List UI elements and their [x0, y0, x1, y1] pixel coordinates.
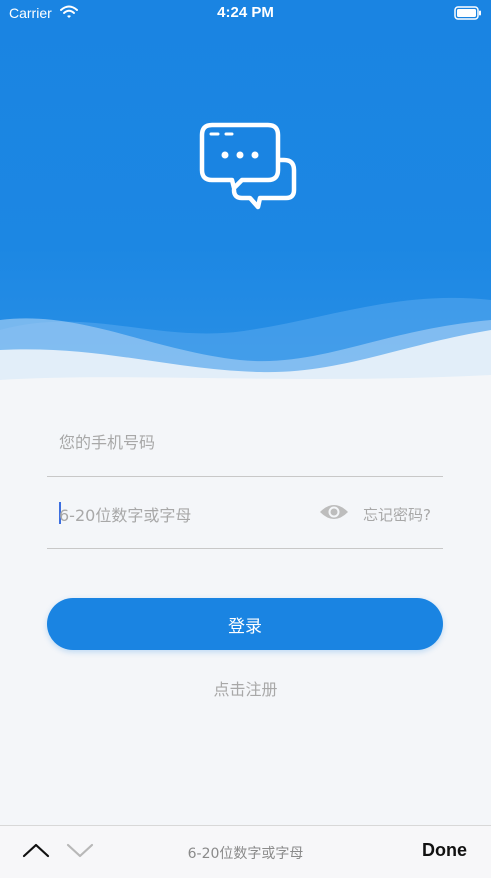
chat-bubbles-icon	[198, 120, 298, 216]
forgot-password-link[interactable]: 忘记密码?	[363, 504, 431, 525]
phone-field[interactable]: 您的手机号码	[47, 418, 443, 477]
battery-icon	[454, 6, 482, 25]
status-bar: Carrier 4:24 PM	[0, 0, 491, 26]
wave-decoration	[0, 297, 491, 410]
header-banner: Carrier 4:24 PM	[0, 0, 491, 410]
phone-placeholder: 您的手机号码	[59, 433, 156, 452]
password-placeholder: 6-20位数字或字母	[59, 506, 192, 525]
login-button[interactable]: 登录	[47, 598, 443, 650]
keyboard-toolbar: 6-20位数字或字母 Done	[0, 825, 491, 878]
register-link[interactable]: 点击注册	[0, 676, 491, 700]
password-field[interactable]: 6-20位数字或字母 忘记密码?	[47, 490, 443, 549]
status-time: 4:24 PM	[217, 4, 274, 21]
keyboard-hint: 6-20位数字或字母	[187, 846, 304, 862]
done-button[interactable]: Done	[422, 840, 467, 861]
eye-icon[interactable]	[319, 502, 349, 526]
